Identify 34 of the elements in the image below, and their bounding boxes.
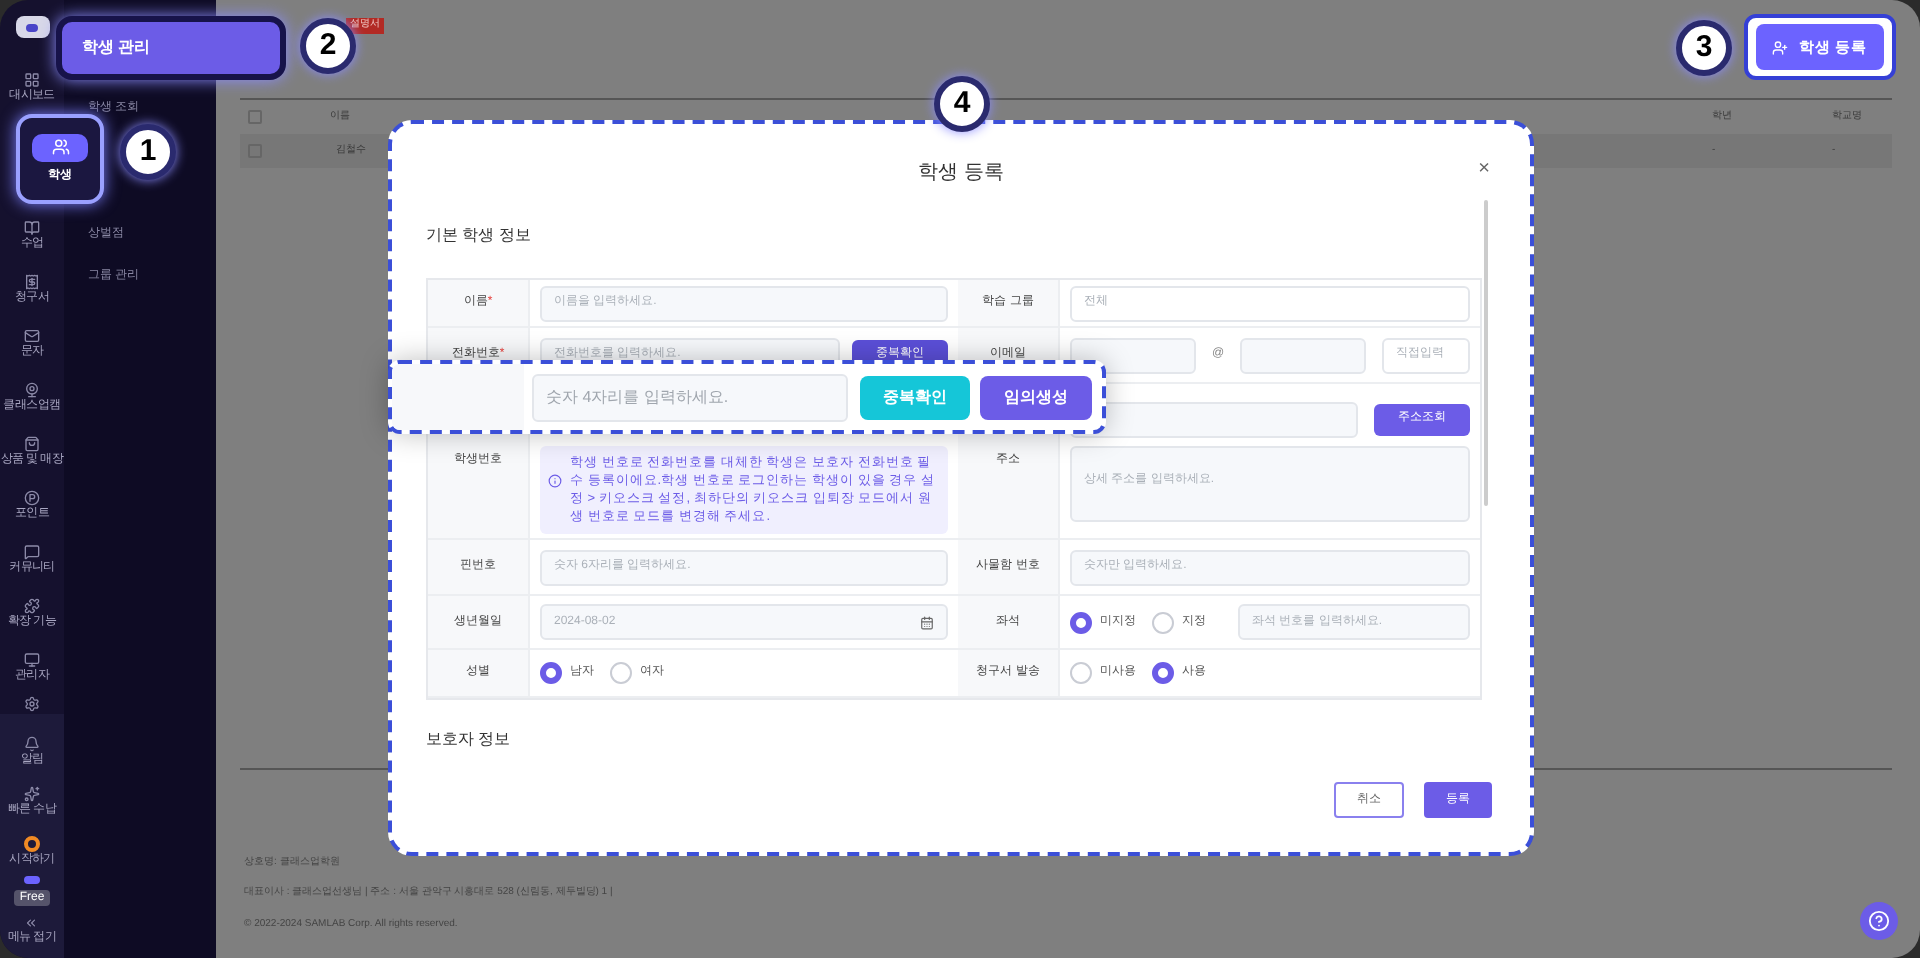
- logo-icon: [15, 16, 49, 38]
- help-icon: [1868, 910, 1890, 932]
- generate-number-button[interactable]: 임의생성: [980, 375, 1092, 419]
- menu-icon: [24, 327, 40, 343]
- user-plus-icon: [1772, 39, 1789, 55]
- menu-icon: [23, 381, 40, 397]
- ring-icon: [24, 835, 40, 851]
- menu-icon: [24, 219, 40, 235]
- radio-button[interactable]: [1070, 611, 1092, 633]
- calendar-icon: [920, 615, 934, 629]
- info-icon: [548, 473, 562, 487]
- radio-button[interactable]: [1152, 662, 1174, 684]
- sparkle-icon: [23, 785, 40, 801]
- email-domain-field[interactable]: [1240, 337, 1367, 373]
- menu-icon: [23, 597, 40, 613]
- bell-icon: [24, 735, 40, 751]
- menu-icon: [23, 435, 40, 451]
- email-id-field[interactable]: [1070, 337, 1196, 373]
- section-title: 기본 학생 정보: [426, 224, 533, 248]
- menu-icon: [23, 273, 40, 289]
- checkbox[interactable]: [248, 110, 262, 124]
- menu-icon: [24, 543, 40, 559]
- menu-icon: [23, 489, 40, 505]
- settings-icon: [24, 696, 40, 712]
- menu-icon: [23, 651, 40, 667]
- close-button[interactable]: ×: [1478, 154, 1490, 184]
- menu-icon: [24, 71, 40, 87]
- logo-icon: [24, 876, 40, 884]
- submenu-title[interactable]: 학생 관리: [56, 16, 286, 80]
- chevrons-left-icon: [24, 916, 39, 930]
- radio-button[interactable]: [540, 662, 562, 684]
- section-title: 보호자 정보: [426, 728, 513, 752]
- users-icon: [51, 138, 69, 156]
- dialog-title: 학생 등록: [918, 159, 1004, 187]
